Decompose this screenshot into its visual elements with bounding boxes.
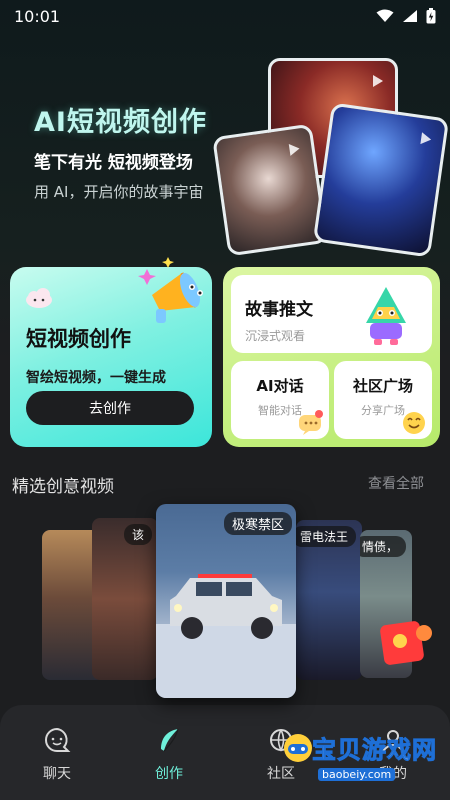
video-title-badge: 极寒禁区: [223, 512, 292, 535]
video-card-featured[interactable]: 极寒禁区: [156, 504, 296, 698]
nav-label-create: 创作: [155, 766, 183, 782]
video-title-badge: 雷电法王: [296, 526, 356, 547]
megaphone-icon: [138, 257, 203, 323]
ai-chat-card[interactable]: AI对话 智能对话: [231, 361, 329, 439]
watermark-url: baobeiy.com: [318, 768, 396, 781]
hero-title: AI短视频创作: [34, 107, 207, 138]
hero-artwork-card[interactable]: [312, 102, 450, 258]
play-icon: [373, 75, 383, 87]
chat-bubble-icon: [299, 410, 323, 435]
short-video-create-card[interactable]: 短视频创作 智绘短视频，一键生成 去创作: [10, 257, 212, 447]
short-video-create-subtitle: 智绘短视频，一键生成: [26, 370, 166, 386]
video-title-badge: 情债，: [360, 536, 406, 557]
status-time: 10:01: [14, 6, 61, 26]
happy-face-icon: [403, 412, 425, 434]
story-push-title: 故事推文: [245, 300, 313, 320]
story-push-subtitle: 沉浸式观看: [245, 329, 306, 343]
video-title-badge: 该: [123, 524, 152, 545]
short-video-create-title: 短视频创作: [26, 327, 131, 351]
video-card[interactable]: 该: [92, 518, 158, 680]
watermark-text: 宝贝游戏网: [312, 736, 437, 765]
signal-icon: [403, 10, 417, 22]
nav-item-chat[interactable]: 聊天: [22, 725, 92, 783]
status-icons: [376, 8, 436, 24]
hero-artwork-card[interactable]: [212, 123, 328, 257]
feature-panel: 故事推文 沉浸式观看 AI对话 智能对话 社区广场 分享广场: [223, 267, 440, 447]
cloud-mascot-icon: [26, 288, 52, 308]
app-screen: 10:01 AI短视频创作 笔下有光 短视频登场 用 AI，开启你的故事宇宙 短…: [0, 0, 450, 800]
story-push-card[interactable]: 故事推文 沉浸式观看: [231, 275, 432, 353]
status-bar: 10:01: [0, 0, 450, 32]
section-title: 精选创意视频: [12, 477, 114, 497]
community-square-title: 社区广场: [352, 377, 413, 395]
chat-icon: [45, 727, 71, 752]
community-square-card[interactable]: 社区广场 分享广场: [334, 361, 432, 439]
site-watermark: 宝贝游戏网 baobeiy.com: [282, 722, 442, 794]
red-envelope-icon[interactable]: [376, 617, 434, 667]
hero-subtitle: 笔下有光 短视频登场: [34, 153, 193, 173]
video-card[interactable]: 雷电法王: [296, 520, 362, 680]
nav-item-create[interactable]: 创作: [134, 725, 204, 783]
battery-icon: [426, 8, 436, 24]
play-icon: [288, 143, 300, 156]
nav-label-chat: 聊天: [43, 766, 71, 782]
hero-description: 用 AI，开启你的故事宇宙: [34, 183, 204, 201]
gamepad-logo-icon: [284, 734, 312, 762]
go-create-button[interactable]: 去创作: [26, 391, 194, 425]
view-all-link[interactable]: 查看全部: [368, 473, 424, 493]
wifi-icon: [376, 9, 394, 22]
feather-icon: [161, 728, 179, 752]
play-icon: [420, 132, 432, 145]
ai-chat-title: AI对话: [256, 377, 304, 395]
robot-mascot-icon: [366, 287, 406, 345]
